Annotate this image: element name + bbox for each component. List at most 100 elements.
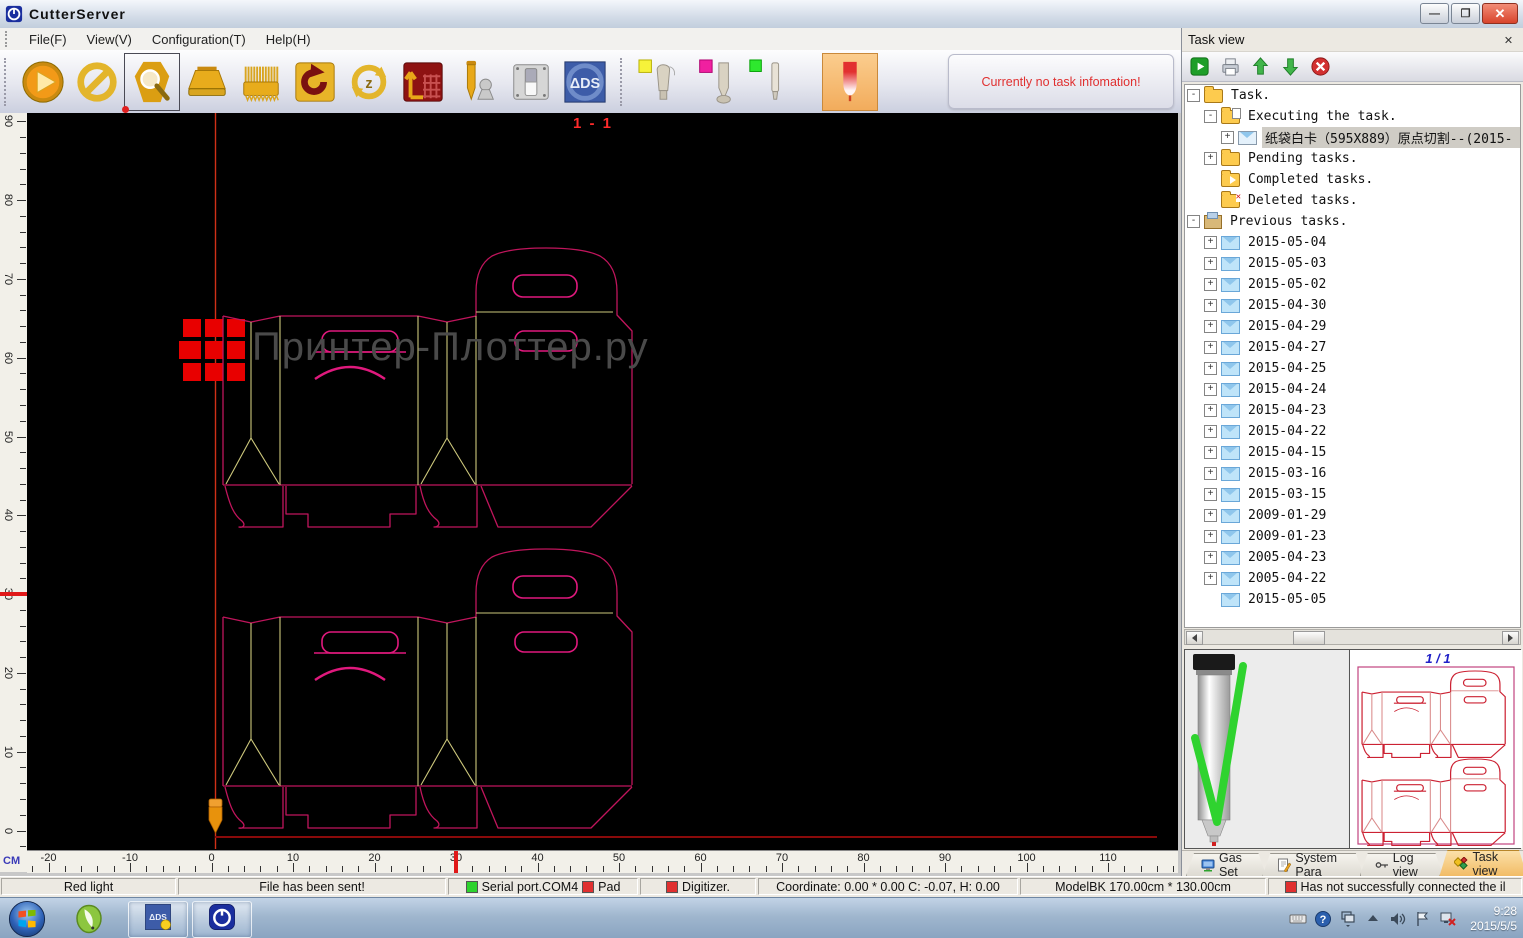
- close-button[interactable]: ✕: [1482, 3, 1518, 24]
- tree-expander[interactable]: +: [1204, 425, 1217, 438]
- tree-expander[interactable]: +: [1204, 467, 1217, 480]
- bag-dieline-bottom[interactable]: [223, 549, 632, 828]
- tree-item[interactable]: +2015-05-02: [1185, 274, 1520, 295]
- tree-expander[interactable]: +: [1204, 320, 1217, 333]
- menu-item-file[interactable]: File(F): [19, 30, 77, 49]
- keyboard-icon[interactable]: [1289, 910, 1307, 928]
- tab-gas-set[interactable]: Gas Set: [1186, 853, 1266, 876]
- cancel-button[interactable]: [1308, 55, 1332, 79]
- tree-item[interactable]: +2005-04-23: [1185, 547, 1520, 568]
- tree-item[interactable]: +2015-04-23: [1185, 400, 1520, 421]
- restore-button[interactable]: ❐: [1451, 3, 1480, 24]
- turn-move-button[interactable]: [288, 54, 342, 110]
- help-icon[interactable]: ?: [1314, 910, 1332, 928]
- ads-button[interactable]: ΔDS: [558, 54, 612, 110]
- ruler-tick: [20, 468, 26, 469]
- rotate-z-button[interactable]: z: [342, 54, 396, 110]
- tree-expander[interactable]: +: [1204, 404, 1217, 417]
- move-down-button[interactable]: [1278, 55, 1302, 79]
- cut-canvas[interactable]: Принтер-Плоттер.ру: [27, 113, 1178, 850]
- tree-item[interactable]: +2015-05-03: [1185, 253, 1520, 274]
- tree-expander[interactable]: +: [1204, 383, 1217, 396]
- tree-item[interactable]: +2005-04-22: [1185, 568, 1520, 589]
- menu-item-configuration[interactable]: Configuration(T): [142, 30, 256, 49]
- start-cut-button[interactable]: [16, 54, 70, 110]
- tree-item[interactable]: +2015-03-15: [1185, 484, 1520, 505]
- tree-item[interactable]: +2015-04-22: [1185, 421, 1520, 442]
- window-stack-icon[interactable]: [1339, 910, 1357, 928]
- menu-item-help[interactable]: Help(H): [256, 30, 321, 49]
- taskbar-clock[interactable]: 9:28 2015/5/5: [1470, 904, 1517, 934]
- minimize-button[interactable]: —: [1420, 3, 1449, 24]
- cutterserver-app-button[interactable]: [192, 901, 252, 938]
- tab-task-view[interactable]: Task view: [1439, 850, 1523, 876]
- tree-item[interactable]: +2015-04-29: [1185, 316, 1520, 337]
- tree-expander[interactable]: +: [1204, 362, 1217, 375]
- tree-item[interactable]: Deleted tasks.: [1185, 190, 1520, 211]
- tree-expander[interactable]: -: [1187, 215, 1200, 228]
- scroll-thumb[interactable]: [1293, 631, 1325, 645]
- tree-item[interactable]: +2009-01-23: [1185, 526, 1520, 547]
- tree-expander[interactable]: +: [1221, 131, 1234, 144]
- bag-dieline-top[interactable]: [223, 248, 632, 527]
- flag-icon[interactable]: [1414, 910, 1432, 928]
- tree-item[interactable]: +2015-05-04: [1185, 232, 1520, 253]
- tab-system-para[interactable]: System Para: [1262, 853, 1363, 876]
- tree-expander[interactable]: +: [1204, 236, 1217, 249]
- tool-yellow-button[interactable]: [634, 54, 688, 110]
- scroll-right-icon[interactable]: [1502, 631, 1519, 645]
- tree-expander[interactable]: +: [1204, 488, 1217, 501]
- ruler-label: 10: [287, 852, 299, 864]
- tree-item[interactable]: +纸袋白卡（595X889）原点切割--(2015-: [1185, 127, 1520, 148]
- print-button[interactable]: [1218, 55, 1242, 79]
- show-hidden-icons[interactable]: [1364, 910, 1382, 928]
- tree-hscrollbar[interactable]: [1184, 629, 1521, 645]
- tree-item[interactable]: -Task.: [1185, 85, 1520, 106]
- plotter-button[interactable]: [180, 54, 234, 110]
- network-error-icon[interactable]: [1439, 910, 1457, 928]
- tree-expander[interactable]: +: [1204, 530, 1217, 543]
- tree-item[interactable]: 2015-05-05: [1185, 589, 1520, 610]
- tree-expander[interactable]: +: [1204, 278, 1217, 291]
- tree-item[interactable]: +2015-04-30: [1185, 295, 1520, 316]
- tool-active-button[interactable]: [822, 53, 878, 111]
- tree-item[interactable]: +2009-01-29: [1185, 505, 1520, 526]
- scroll-left-icon[interactable]: [1186, 631, 1203, 645]
- volume-icon[interactable]: [1389, 910, 1407, 928]
- tree-expander[interactable]: +: [1204, 299, 1217, 312]
- power-switch-button[interactable]: [504, 54, 558, 110]
- tree-item[interactable]: +2015-04-15: [1185, 442, 1520, 463]
- tree-item[interactable]: -Previous tasks.: [1185, 211, 1520, 232]
- tree-expander[interactable]: +: [1204, 341, 1217, 354]
- tool-green-button[interactable]: [742, 54, 796, 110]
- ads-app-button[interactable]: ΔDS: [128, 901, 188, 938]
- tree-item[interactable]: Completed tasks.: [1185, 169, 1520, 190]
- comb-button[interactable]: [234, 54, 288, 110]
- start-task-button[interactable]: [1188, 55, 1212, 79]
- tree-expander[interactable]: +: [1204, 551, 1217, 564]
- move-up-button[interactable]: [1248, 55, 1272, 79]
- coreldraw-icon[interactable]: [74, 904, 104, 934]
- panel-close-icon[interactable]: ✕: [1500, 32, 1517, 49]
- tree-item[interactable]: +2015-04-24: [1185, 379, 1520, 400]
- start-button[interactable]: [8, 900, 46, 938]
- tree-item[interactable]: +2015-03-16: [1185, 463, 1520, 484]
- tree-item[interactable]: +2015-04-25: [1185, 358, 1520, 379]
- tree-expander[interactable]: +: [1204, 152, 1217, 165]
- tree-expander[interactable]: +: [1204, 572, 1217, 585]
- tree-expander[interactable]: -: [1187, 89, 1200, 102]
- tree-item[interactable]: +Pending tasks.: [1185, 148, 1520, 169]
- tree-expander[interactable]: +: [1204, 446, 1217, 459]
- grid-move-button[interactable]: [396, 54, 450, 110]
- tree-expander[interactable]: +: [1204, 509, 1217, 522]
- tree-item[interactable]: +2015-04-27: [1185, 337, 1520, 358]
- tab-log-view[interactable]: Log view: [1360, 853, 1444, 876]
- tree-expander[interactable]: -: [1204, 110, 1217, 123]
- menu-item-view[interactable]: View(V): [77, 30, 142, 49]
- zoom-button[interactable]: [124, 53, 180, 111]
- digitizer-pen-button[interactable]: [450, 54, 504, 110]
- tree-item[interactable]: -Executing the task.: [1185, 106, 1520, 127]
- tool-magenta-button[interactable]: [688, 54, 742, 110]
- tree-expander[interactable]: +: [1204, 257, 1217, 270]
- stop-button[interactable]: [70, 54, 124, 110]
